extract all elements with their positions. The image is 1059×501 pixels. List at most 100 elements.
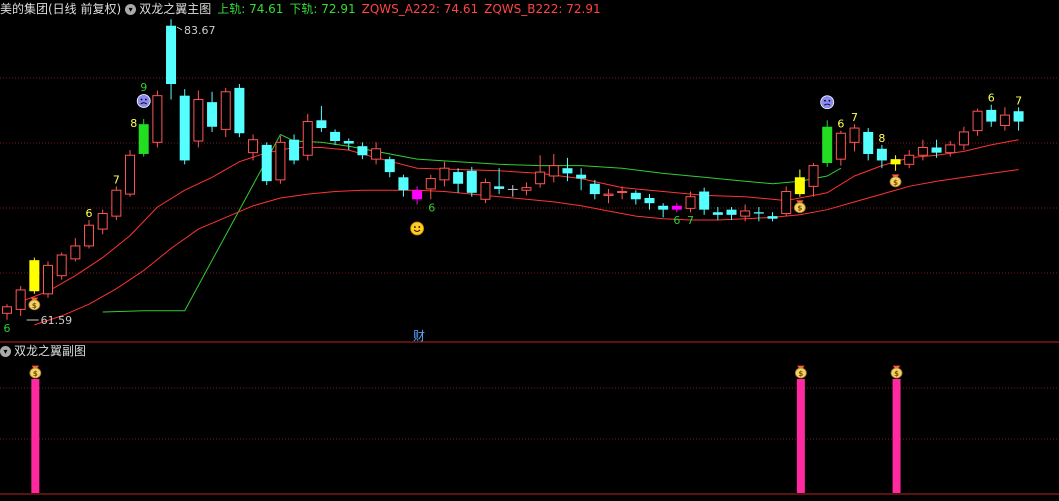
candle xyxy=(138,118,149,157)
candle-body xyxy=(371,148,382,160)
candle-body xyxy=(589,183,600,195)
candle-body xyxy=(166,25,177,85)
candle xyxy=(548,153,559,183)
candle xyxy=(494,168,505,195)
candle xyxy=(699,187,710,215)
candle-body xyxy=(603,193,614,196)
candle-body xyxy=(29,260,40,292)
candle xyxy=(999,107,1010,131)
candle-body xyxy=(97,213,108,230)
money-bag-icon: $ xyxy=(28,297,41,311)
count-label: 6 xyxy=(86,207,93,220)
high-price-label: 83.67 xyxy=(184,24,216,37)
upper-rail: 上轨: 74.61 xyxy=(217,2,283,16)
count-label: 6 xyxy=(673,214,680,227)
candle-body xyxy=(671,205,682,210)
candle xyxy=(822,120,833,167)
candle xyxy=(466,166,477,197)
candle-body xyxy=(767,216,778,219)
collapse-icon[interactable]: ▾ xyxy=(125,4,137,15)
candle-body xyxy=(357,146,368,156)
zqws-a: ZQWS_A222: 74.61 xyxy=(362,2,478,16)
candle-body xyxy=(125,154,136,195)
candle-body xyxy=(685,196,696,209)
candle xyxy=(125,150,136,197)
candle xyxy=(507,185,518,197)
candle xyxy=(453,168,464,193)
face xyxy=(410,221,425,236)
count-label: 8 xyxy=(130,117,137,130)
candle-body xyxy=(958,131,969,146)
candle-body xyxy=(179,95,190,161)
count-label: 6 xyxy=(988,92,995,105)
candle-body xyxy=(138,124,149,154)
zqws-a-label: ZQWS_A222: xyxy=(361,2,444,16)
main-chart: 83.6761.596678966 76 786 7$$$ xyxy=(0,19,1059,343)
candle-body xyxy=(84,224,95,247)
candle xyxy=(767,212,778,222)
candle xyxy=(302,113,313,161)
upper-rail-value: 74.61 xyxy=(249,2,284,16)
candle-body xyxy=(1013,111,1024,122)
dollar-sign: $ xyxy=(797,205,802,213)
candle xyxy=(753,207,764,222)
candle-body xyxy=(220,91,231,130)
candle xyxy=(958,126,969,151)
candle-body xyxy=(56,254,67,277)
finance-marker[interactable]: 财 xyxy=(413,327,425,344)
money-bag-icon: $ xyxy=(793,200,806,214)
candle-body xyxy=(890,159,901,165)
upper-rail-label: 上轨: xyxy=(217,2,250,16)
candle-body xyxy=(753,212,764,214)
candle-body xyxy=(917,146,928,156)
candle xyxy=(166,19,177,100)
candle-body xyxy=(521,187,532,191)
candle xyxy=(15,286,26,316)
candle-body xyxy=(234,87,245,134)
signal-bars: $ $ $ xyxy=(29,365,903,493)
candle xyxy=(70,238,81,262)
candle-body xyxy=(343,141,354,144)
candle-body xyxy=(699,191,710,210)
candle-body xyxy=(931,147,942,153)
candle xyxy=(97,209,108,235)
candle-body xyxy=(494,186,505,189)
candle-body xyxy=(808,165,819,187)
count-label: 6 xyxy=(837,118,844,131)
eye xyxy=(828,99,831,102)
smiley-icon xyxy=(410,221,425,236)
candle xyxy=(56,252,67,280)
candle xyxy=(207,91,218,132)
candle-body xyxy=(835,132,846,160)
eye xyxy=(418,226,421,228)
candle xyxy=(439,161,450,187)
collapse-icon[interactable]: ▾ xyxy=(0,346,11,357)
candle xyxy=(84,220,95,249)
indicator-title[interactable]: 双龙之翼主图 xyxy=(139,2,211,16)
candle xyxy=(425,174,436,200)
sub-indicator-title[interactable]: 双龙之翼副图 xyxy=(14,344,86,358)
sad-face-icon xyxy=(136,94,151,108)
candle xyxy=(535,155,546,188)
stock-title[interactable]: 美的集团(日线 前复权) xyxy=(0,2,121,16)
chart-header: 美的集团(日线 前复权) ▾ 双龙之翼主图 上轨: 74.61 下轨: 72.91 ZQW… xyxy=(0,0,607,18)
candle xyxy=(330,129,341,145)
candle xyxy=(863,128,874,161)
candle-body xyxy=(617,191,628,194)
count-label: 7 xyxy=(1015,94,1022,107)
candle xyxy=(152,90,163,148)
candle-body xyxy=(70,245,81,260)
zqws-a-value: 74.61 xyxy=(443,2,479,16)
candle xyxy=(630,190,641,205)
candle-body xyxy=(548,165,559,177)
dollar-sign: $ xyxy=(33,370,38,378)
candle-body xyxy=(439,167,450,181)
green-line xyxy=(102,133,842,313)
dollar-sign: $ xyxy=(894,370,899,378)
lower-rail: 下轨: 72.91 xyxy=(289,2,355,16)
candle-body xyxy=(507,188,518,190)
candle xyxy=(521,182,532,196)
candle-body xyxy=(384,159,395,173)
annotations: 83.6761.596678966 76 786 7$$$ xyxy=(4,24,1023,335)
candle-body xyxy=(480,181,491,200)
